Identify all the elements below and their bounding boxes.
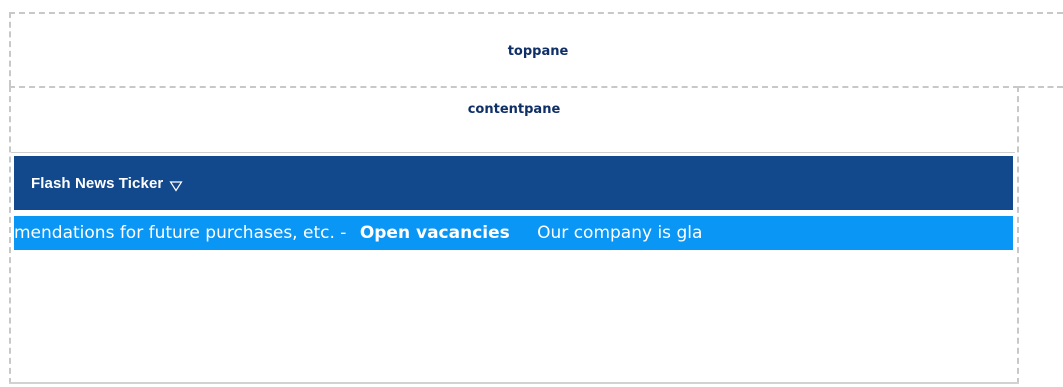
- ticker-track: mendations for future purchases, etc. - …: [14, 216, 702, 250]
- page: toppane contentpane Flash News Ticker me…: [0, 0, 1063, 387]
- module-title: Flash News Ticker: [31, 174, 164, 192]
- ticker-text-before: mendations for future purchases, etc. -: [14, 223, 347, 243]
- module-separator: [11, 152, 1015, 153]
- news-ticker: mendations for future purchases, etc. - …: [14, 216, 1013, 250]
- triangle-down-icon[interactable]: [169, 177, 183, 192]
- content-pane-label: contentpane: [467, 102, 561, 117]
- module-header: Flash News Ticker: [14, 156, 1013, 210]
- pane-divider-line: [1019, 86, 1063, 88]
- top-pane: toppane: [9, 12, 1063, 86]
- top-pane-label: toppane: [507, 44, 569, 59]
- content-pane-bottom-border: [9, 382, 1019, 384]
- ticker-headline-link[interactable]: Open vacancies: [360, 223, 510, 243]
- ticker-text-after: Our company is gla: [537, 223, 703, 243]
